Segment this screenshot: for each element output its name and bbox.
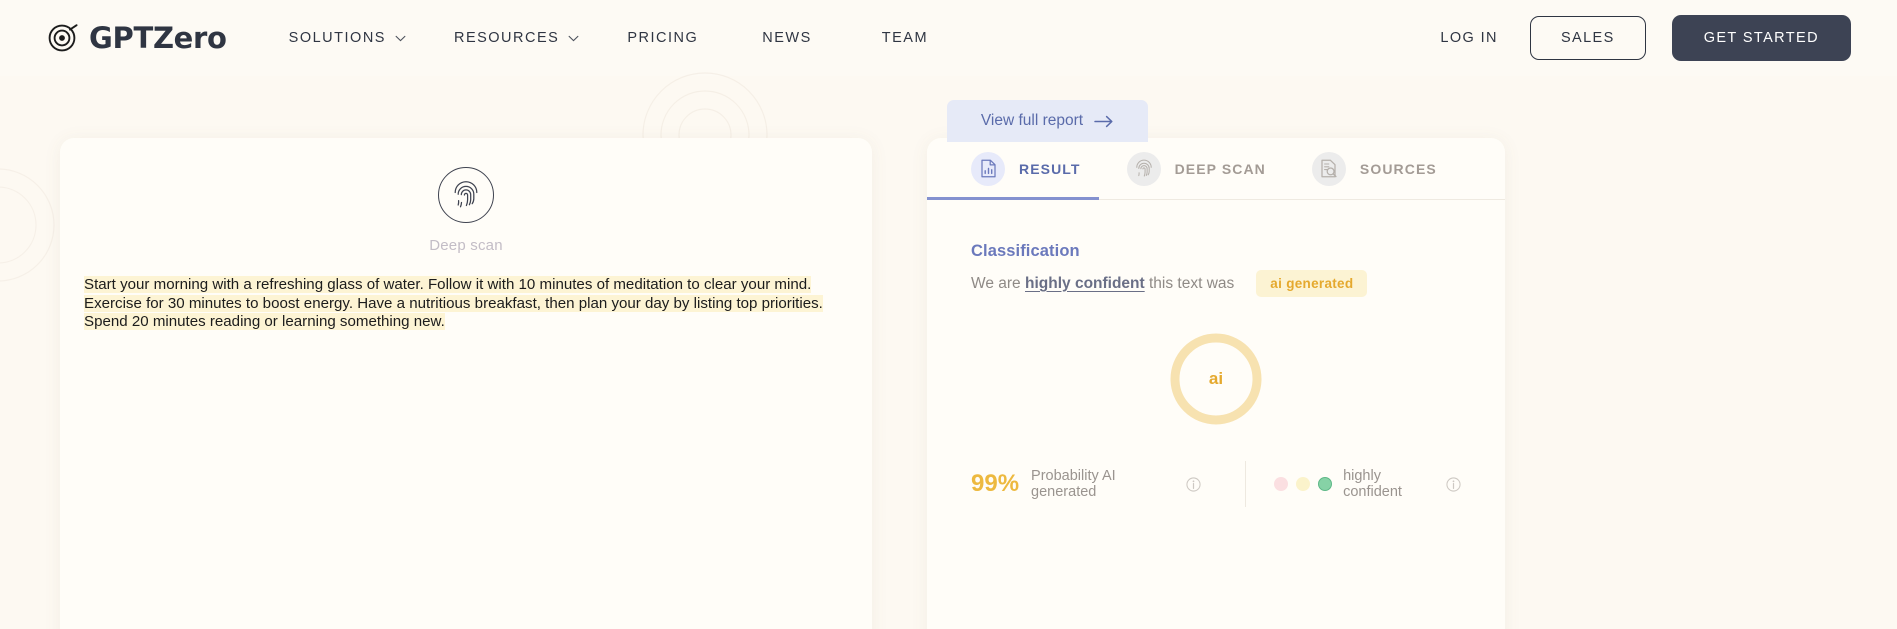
tab-label: DEEP SCAN — [1174, 160, 1266, 177]
sentence-prefix: We are — [971, 274, 1021, 292]
confidence-dots — [1274, 477, 1333, 491]
probability-description: Probability AI generated — [1031, 468, 1116, 500]
sales-button[interactable]: SALES — [1529, 16, 1646, 60]
nav-item-pricing[interactable]: PRICING — [603, 22, 722, 54]
classification-sentence: We are highly confident this text was ai… — [971, 270, 1461, 297]
analysis-result-panel: RESULT DEEP SCAN SOURCES Classification … — [927, 138, 1505, 629]
nav-item-label: PRICING — [627, 30, 699, 46]
nav-item-label: TEAM — [881, 30, 929, 46]
nav-item-label: NEWS — [762, 30, 812, 46]
result-tabs: RESULT DEEP SCAN SOURCES — [927, 138, 1505, 200]
sentence-suffix: this text was — [1149, 274, 1235, 292]
brand-name: GPTZero — [89, 21, 227, 55]
chevron-down-icon — [395, 35, 406, 42]
gauge-center-label: ai — [1208, 369, 1224, 388]
confidence-dot-high — [1318, 477, 1333, 491]
tab-label: SOURCES — [1359, 160, 1437, 177]
confidence-emphasis: highly confident — [1025, 274, 1145, 292]
info-icon[interactable] — [1446, 476, 1461, 492]
main-nav: SOLUTIONS RESOURCES PRICING NEWS TEAM — [265, 22, 952, 54]
arrow-right-icon — [1094, 115, 1114, 128]
nav-item-label: RESOURCES — [453, 30, 560, 46]
probability-stat: 99% Probability AI generated — [971, 468, 1245, 500]
brand-logo[interactable]: GPTZero — [48, 21, 227, 55]
gptzero-target-icon — [48, 23, 78, 53]
document-text[interactable]: Start your morning with a refreshing gla… — [69, 276, 872, 332]
deep-scan-label: Deep scan — [429, 237, 503, 254]
document-line: Exercise for 30 minutes to boost energy.… — [84, 294, 823, 312]
fingerprint-icon — [438, 167, 494, 223]
probability-gauge-wrap: ai — [971, 331, 1461, 427]
header-actions: LOG IN SALES GET STARTED — [1422, 15, 1851, 61]
tab-sources[interactable]: SOURCES — [1266, 138, 1437, 199]
tab-deep-scan[interactable]: DEEP SCAN — [1081, 138, 1266, 199]
result-body: Classification We are highly confident t… — [927, 200, 1505, 507]
document-chart-icon — [971, 151, 1005, 186]
nav-item-label: SOLUTIONS — [288, 30, 386, 46]
document-editor-card[interactable]: Deep scan Start your morning with a refr… — [60, 138, 872, 629]
nav-item-resources[interactable]: RESOURCES — [430, 22, 603, 54]
nav-item-team[interactable]: TEAM — [836, 22, 952, 54]
fingerprint-icon — [1126, 151, 1161, 186]
tab-result[interactable]: RESULT — [927, 138, 1099, 200]
info-icon[interactable] — [1186, 476, 1201, 492]
view-full-report-button[interactable]: View full report — [947, 100, 1148, 142]
classification-title: Classification — [971, 242, 1080, 260]
confidence-label: highly confident — [1343, 468, 1402, 500]
chevron-down-icon — [568, 35, 579, 42]
document-line: Start your morning with a refreshing gla… — [84, 276, 812, 293]
app-root: GPTZero SOLUTIONS RESOURCES PRICING NEWS — [0, 0, 1897, 629]
probability-gauge: ai — [1168, 331, 1264, 427]
result-stats-row: 99% Probability AI generated highly conf… — [971, 461, 1461, 507]
document-search-icon — [1311, 151, 1346, 186]
deep-scan-indicator[interactable]: Deep scan — [60, 167, 872, 254]
get-started-button[interactable]: GET STARTED — [1671, 15, 1851, 61]
view-full-report-label: View full report — [980, 112, 1084, 129]
document-line: Spend 20 minutes reading or learning som… — [84, 313, 445, 331]
probability-percent: 99% — [971, 470, 1020, 497]
verdict-badge: ai generated — [1256, 270, 1368, 297]
tab-label: RESULT — [1019, 160, 1081, 177]
site-header: GPTZero SOLUTIONS RESOURCES PRICING NEWS — [0, 0, 1897, 76]
nav-item-news[interactable]: NEWS — [722, 22, 836, 54]
login-link[interactable]: LOG IN — [1422, 22, 1516, 54]
confidence-dot-low — [1274, 477, 1289, 491]
nav-item-solutions[interactable]: SOLUTIONS — [265, 22, 430, 54]
confidence-stat: highly confident — [1246, 468, 1461, 500]
confidence-dot-medium — [1296, 477, 1311, 491]
